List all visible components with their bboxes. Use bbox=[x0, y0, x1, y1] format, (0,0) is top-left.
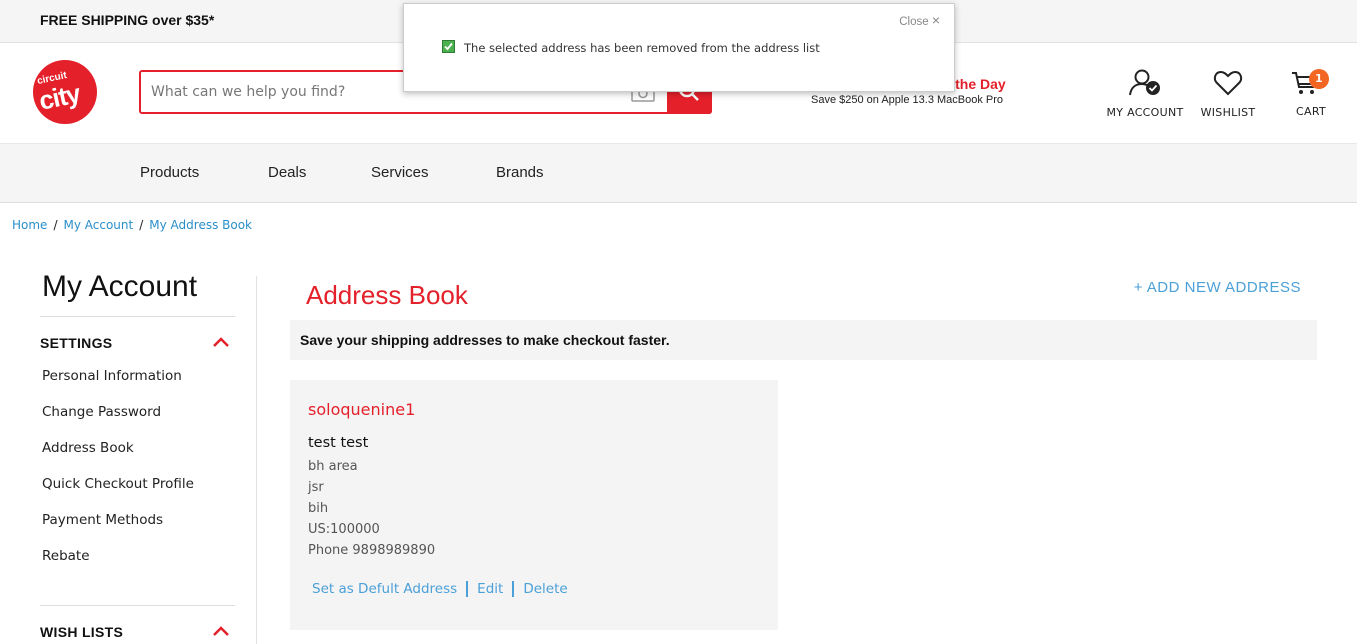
address-name: test test bbox=[308, 435, 369, 451]
my-account-label: MY ACCOUNT bbox=[1106, 106, 1184, 119]
cart-button[interactable]: 1 CART bbox=[1280, 68, 1342, 118]
circuit-city-logo[interactable]: circuit city bbox=[33, 60, 97, 124]
sidebar-item-change-password[interactable]: Change Password bbox=[42, 404, 161, 420]
breadcrumb-address-book[interactable]: My Address Book bbox=[149, 218, 252, 232]
set-default-address-link[interactable]: Set as Defult Address bbox=[312, 581, 457, 597]
address-card: soloquenine1 test test bh area jsr bih U… bbox=[290, 380, 778, 630]
address-line: jsr bbox=[308, 480, 324, 495]
sidebar-item-payment-methods[interactable]: Payment Methods bbox=[42, 512, 163, 528]
breadcrumb-my-account[interactable]: My Account bbox=[63, 218, 133, 232]
breadcrumb: Home / My Account / My Address Book bbox=[12, 218, 253, 232]
deal-subtitle: Save $250 on Apple 13.3 MacBook Pro bbox=[811, 94, 1004, 106]
my-account-button[interactable]: MY ACCOUNT bbox=[1100, 68, 1190, 119]
address-line: bh area bbox=[308, 459, 358, 474]
cart-label: CART bbox=[1296, 105, 1326, 118]
wishlists-section-header[interactable]: WISH LISTS bbox=[40, 605, 235, 644]
close-icon: × bbox=[931, 12, 940, 28]
sidebar-item-quick-checkout-profile[interactable]: Quick Checkout Profile bbox=[42, 476, 194, 492]
address-line: bih bbox=[308, 501, 329, 516]
cart-count-badge: 1 bbox=[1309, 69, 1329, 89]
sidebar-item-address-book[interactable]: Address Book bbox=[42, 440, 134, 456]
sidebar-divider bbox=[256, 276, 257, 644]
toast-message: The selected address has been removed fr… bbox=[464, 41, 820, 55]
address-actions: Set as Defult Address Edit Delete bbox=[312, 581, 568, 597]
nav-deals[interactable]: Deals bbox=[268, 164, 306, 181]
info-banner: Save your shipping addresses to make che… bbox=[290, 320, 1317, 360]
sidebar-title: My Account bbox=[42, 270, 198, 303]
checkbox-checked-icon bbox=[442, 40, 455, 53]
address-line: US:100000 bbox=[308, 522, 380, 537]
add-new-address-link[interactable]: + ADD NEW ADDRESS bbox=[1134, 279, 1301, 296]
page-title: Address Book bbox=[306, 280, 468, 310]
free-shipping-text: FREE SHIPPING over $35* bbox=[40, 12, 215, 28]
chevron-up-icon bbox=[213, 626, 229, 636]
wishlist-label: WISHLIST bbox=[1200, 106, 1256, 119]
chevron-up-icon bbox=[213, 337, 229, 347]
edit-address-link[interactable]: Edit bbox=[477, 581, 503, 597]
heart-icon bbox=[1213, 70, 1243, 96]
nav-brands[interactable]: Brands bbox=[496, 164, 544, 181]
nav-products[interactable]: Products bbox=[140, 164, 199, 181]
user-check-icon bbox=[1129, 69, 1160, 96]
wishlists-heading: WISH LISTS bbox=[40, 624, 124, 640]
address-nickname: soloquenine1 bbox=[308, 400, 416, 419]
breadcrumb-home[interactable]: Home bbox=[12, 218, 47, 232]
delete-address-link[interactable]: Delete bbox=[523, 581, 567, 597]
toast-close-button[interactable]: Close × bbox=[899, 12, 940, 28]
sidebar-item-rebate[interactable]: Rebate bbox=[42, 548, 90, 564]
wishlist-button[interactable]: WISHLIST bbox=[1193, 68, 1263, 119]
notification-toast: Close × The selected address has been re… bbox=[403, 3, 955, 92]
nav-services[interactable]: Services bbox=[371, 164, 429, 181]
settings-section-header[interactable]: SETTINGS bbox=[40, 316, 235, 351]
info-text: Save your shipping addresses to make che… bbox=[300, 332, 670, 348]
main-nav: Products Deals Services Brands bbox=[0, 143, 1357, 203]
sidebar-item-personal-information[interactable]: Personal Information bbox=[42, 368, 182, 384]
address-phone: Phone 9898989890 bbox=[308, 543, 436, 558]
settings-heading: SETTINGS bbox=[40, 335, 113, 351]
